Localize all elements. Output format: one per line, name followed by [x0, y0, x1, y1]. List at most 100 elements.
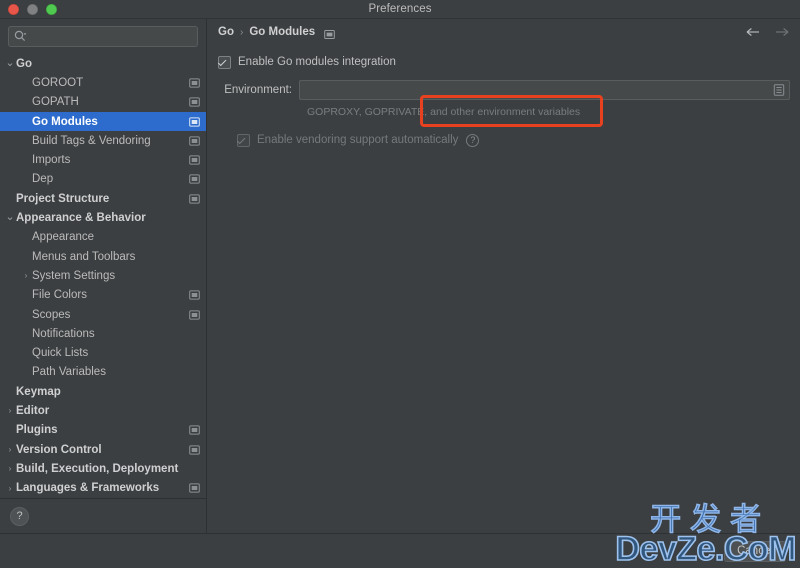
sidebar-item-file-colors[interactable]: File Colors	[0, 286, 206, 305]
sidebar-item-label: Build Tags & Vendoring	[32, 134, 151, 147]
chevron-right-icon[interactable]: ›	[4, 440, 16, 459]
sidebar-item-label: Version Control	[16, 443, 102, 456]
enable-vendoring-label: Enable vendoring support automatically	[257, 134, 459, 146]
chevron-down-icon[interactable]: ⌄	[4, 207, 16, 226]
sidebar-item-version-control[interactable]: › Version Control	[0, 440, 206, 459]
preferences-window: Preferences ⌄ Go GOROOT GOPATH Go Modules Bu	[0, 0, 800, 568]
edit-list-icon[interactable]	[773, 84, 785, 97]
sidebar-item-label: Dep	[32, 173, 54, 186]
help-button[interactable]: ?	[10, 506, 29, 526]
chevron-right-icon[interactable]: ›	[4, 459, 16, 478]
sidebar-item-build-tags-vendoring[interactable]: Build Tags & Vendoring	[0, 131, 206, 150]
settings-content: Enable Go modules integration Environmen…	[207, 45, 800, 533]
sidebar-item-system-settings[interactable]: › System Settings	[0, 266, 206, 285]
breadcrumb-root[interactable]: Go	[218, 26, 234, 38]
sidebar-item-label: Go	[16, 57, 32, 70]
environment-row: Environment:	[218, 80, 790, 100]
arrow-left-icon[interactable]	[745, 26, 761, 39]
sidebar-item-dep[interactable]: Dep	[0, 170, 206, 189]
sidebar-item-notifications[interactable]: Notifications	[0, 324, 206, 343]
window-title: Preferences	[368, 3, 432, 15]
search-icon	[14, 30, 27, 43]
sidebar-item-path-variables[interactable]: Path Variables	[0, 363, 206, 382]
sidebar-footer: ?	[0, 498, 206, 533]
question-circle-icon[interactable]: ?	[466, 133, 480, 147]
module-config-icon	[189, 193, 200, 204]
sidebar-item-languages-frameworks[interactable]: › Languages & Frameworks	[0, 479, 206, 498]
environment-hint: GOPROXY, GOPRIVATE, and other environmen…	[307, 106, 581, 118]
sidebar-item-label: Scopes	[32, 308, 71, 321]
sidebar-item-label: Menus and Toolbars	[32, 250, 136, 263]
sidebar-item-label: Languages & Frameworks	[16, 482, 160, 495]
sidebar-item-plugins[interactable]: Plugins	[0, 421, 206, 440]
environment-field[interactable]	[299, 80, 790, 100]
environment-label: Environment:	[224, 84, 292, 96]
chevron-right-icon[interactable]: ›	[4, 479, 16, 498]
enable-vendoring-row[interactable]: Enable vendoring support automatically ?	[237, 130, 790, 150]
module-config-icon	[189, 174, 200, 185]
sidebar-item-project-structure[interactable]: Project Structure	[0, 189, 206, 208]
sidebar-item-appearance[interactable]: Appearance	[0, 228, 206, 247]
sidebar-item-scopes[interactable]: Scopes	[0, 305, 206, 324]
settings-tree[interactable]: ⌄ Go GOROOT GOPATH Go Modules Build Tags & Ve…	[0, 53, 206, 498]
sidebar-item-label: Editor	[16, 404, 50, 417]
sidebar-item-label: Quick Lists	[32, 347, 89, 360]
sidebar-item-menus-and-toolbars[interactable]: Menus and Toolbars	[0, 247, 206, 266]
chevron-right-icon[interactable]: ›	[4, 401, 16, 420]
settings-sidebar: ⌄ Go GOROOT GOPATH Go Modules Build Tags & Ve…	[0, 19, 207, 533]
sidebar-item-label: Appearance & Behavior	[16, 212, 146, 225]
sidebar-item-label: System Settings	[32, 269, 116, 282]
sidebar-item-go[interactable]: ⌄ Go	[0, 54, 206, 73]
search-box[interactable]	[8, 26, 198, 47]
sidebar-item-keymap[interactable]: Keymap	[0, 382, 206, 401]
window-titlebar: Preferences	[0, 0, 800, 19]
breadcrumb: Go › Go Modules	[207, 19, 800, 45]
breadcrumb-current: Go Modules	[249, 26, 316, 38]
module-config-icon	[189, 155, 200, 166]
sidebar-item-appearance-behavior[interactable]: ⌄ Appearance & Behavior	[0, 208, 206, 227]
enable-vendoring-checkbox[interactable]	[237, 133, 250, 147]
sidebar-item-imports[interactable]: Imports	[0, 150, 206, 169]
module-config-icon	[189, 116, 200, 127]
enable-go-modules-row[interactable]: Enable Go modules integration	[218, 52, 790, 72]
enable-go-modules-label: Enable Go modules integration	[238, 56, 396, 68]
sidebar-item-label: Appearance	[32, 231, 95, 244]
sidebar-item-label: GOPATH	[32, 96, 79, 109]
search-container	[0, 19, 206, 53]
module-config-icon	[189, 290, 200, 301]
sidebar-item-goroot[interactable]: GOROOT	[0, 73, 206, 92]
cancel-button[interactable]: Cancel	[724, 540, 786, 562]
sidebar-item-label: Keymap	[16, 385, 61, 398]
window-body: ⌄ Go GOROOT GOPATH Go Modules Build Tags & Ve…	[0, 19, 800, 533]
settings-sync-icon[interactable]	[324, 27, 335, 39]
sidebar-item-build-execution-deployment[interactable]: › Build, Execution, Deployment	[0, 459, 206, 478]
arrow-right-icon[interactable]	[774, 26, 790, 39]
chevron-down-icon[interactable]: ⌄	[4, 53, 16, 72]
module-config-icon	[189, 309, 200, 320]
enable-go-modules-checkbox[interactable]	[218, 55, 231, 69]
environment-input[interactable]	[300, 84, 789, 96]
dialog-footer: Cancel	[0, 533, 800, 568]
module-config-icon	[189, 425, 200, 436]
sidebar-item-editor[interactable]: › Editor	[0, 401, 206, 420]
sidebar-item-go-modules[interactable]: Go Modules	[0, 111, 206, 132]
chevron-right-icon[interactable]: ›	[20, 266, 32, 285]
sidebar-item-label: Build, Execution, Deployment	[16, 462, 179, 475]
sidebar-item-gopath[interactable]: GOPATH	[0, 93, 206, 112]
sidebar-item-quick-lists[interactable]: Quick Lists	[0, 343, 206, 362]
sidebar-item-label: Go Modules	[32, 115, 98, 128]
search-input[interactable]	[31, 30, 192, 43]
sidebar-item-label: GOROOT	[32, 76, 84, 89]
sidebar-item-label: Path Variables	[32, 366, 106, 379]
nav-arrows	[745, 26, 790, 39]
